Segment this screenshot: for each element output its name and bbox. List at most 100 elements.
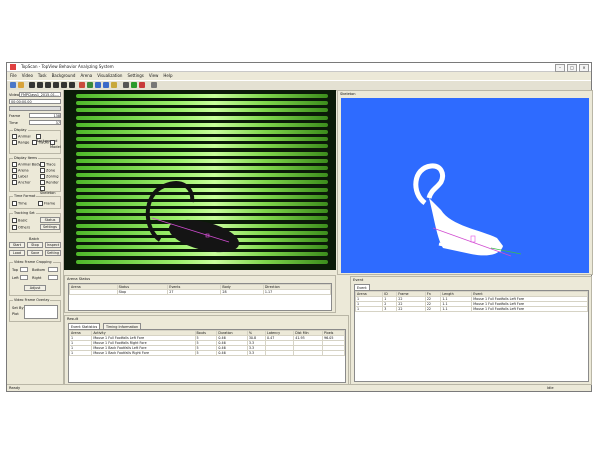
batch-save-button[interactable]: Save <box>27 250 43 256</box>
batch-start-button[interactable]: Start <box>9 242 25 248</box>
table-row[interactable]: Stop 27 28 1.17 <box>69 289 331 295</box>
stop-icon[interactable] <box>53 82 59 88</box>
display-model-option[interactable]: Model <box>50 140 61 149</box>
play-icon[interactable] <box>45 82 51 88</box>
first-frame-icon[interactable] <box>29 82 35 88</box>
menu-task[interactable]: Task <box>38 73 47 78</box>
crop-bottom-field[interactable] <box>48 267 58 272</box>
last-frame-icon[interactable] <box>69 82 75 88</box>
batch-stop-button[interactable]: Stop <box>27 242 43 248</box>
zone-icon[interactable] <box>95 82 101 88</box>
time-field[interactable]: 00:00:00.00 <box>9 99 61 104</box>
app-window: TopScan - TopView Behavior Analyzing Sys… <box>6 62 593 392</box>
grid-icon[interactable] <box>103 82 109 88</box>
table-row[interactable]: 1 3 22 22 1.1 Mouse 1 Full Footfalls Left Fo… <box>355 306 588 312</box>
overlay-group: Video Frame Overlay Set By Plot <box>9 298 61 322</box>
item-render[interactable]: Render <box>40 180 59 185</box>
crop-top-field[interactable] <box>20 267 28 272</box>
title-bar: TopScan - TopView Behavior Analyzing Sys… <box>7 63 591 72</box>
mouse-video-overlay <box>145 181 240 253</box>
menu-arena[interactable]: Arena <box>80 73 92 78</box>
item-label[interactable]: Label <box>12 174 28 179</box>
tracking-settings-button[interactable]: Settings <box>40 224 60 230</box>
arena-status-title: Arena Status <box>67 277 91 281</box>
item-zone[interactable]: Zone <box>40 168 55 173</box>
display-animal-option[interactable]: Animal <box>12 134 30 139</box>
overlay-group-label: Video Frame Overlay <box>13 298 51 302</box>
arena-icon[interactable] <box>87 82 93 88</box>
item-zoning[interactable]: Zoning <box>40 174 59 179</box>
item-trace[interactable]: Trace <box>40 162 56 167</box>
menu-video[interactable]: Video <box>22 73 33 78</box>
skeleton-silhouette <box>413 163 522 257</box>
time-label: Time <box>9 121 18 125</box>
next-frame-icon[interactable] <box>61 82 67 88</box>
control-panel: Video FMPClass1_2015-01-... 00:00:00.00 … <box>7 90 64 385</box>
help-icon[interactable] <box>151 82 157 88</box>
menu-view[interactable]: View <box>149 73 159 78</box>
tracking-others[interactable]: Others <box>12 225 30 230</box>
record-icon[interactable] <box>79 82 85 88</box>
tracking-set-group: Tracking Set Basic Status Others Setting… <box>9 211 61 233</box>
tracking-status-button[interactable]: Status <box>40 217 60 223</box>
display-items-group: Display Items Animal Body Trace Arena Zo… <box>9 156 61 195</box>
video-file-field[interactable]: FMPClass1_2015-01-... <box>19 92 61 97</box>
close-icon[interactable]: × <box>579 64 589 72</box>
display-group: Display Animal Background Range Tracking… <box>9 128 61 154</box>
open-icon[interactable] <box>10 82 16 88</box>
window-title: TopScan - TopView Behavior Analyzing Sys… <box>21 64 114 69</box>
frame-label: Frame <box>9 114 21 118</box>
time-format-frame[interactable]: Frame <box>38 201 55 206</box>
item-animal-body[interactable]: Animal Body <box>12 162 41 167</box>
batch-inspect-button[interactable]: Inspect <box>45 242 61 248</box>
menu-settings[interactable]: Settings <box>127 73 143 78</box>
tracking-basic[interactable]: Basic <box>12 218 28 223</box>
event-panel: Event Event Arena ID Frame Fn Length Eve… <box>350 276 592 385</box>
time-seconds-field[interactable]: 37 <box>29 120 61 125</box>
crop-bottom-label: Bottom <box>32 268 46 272</box>
overlay-list[interactable] <box>24 305 58 319</box>
crop-group-label: Video Frame Cropping <box>13 260 53 264</box>
batch-setting-button[interactable]: Setting <box>45 250 61 256</box>
mouse-body <box>168 219 240 253</box>
frame-slider[interactable] <box>9 106 61 111</box>
result-grid[interactable]: Arena Activity Bouts Duration % Latency … <box>68 329 346 383</box>
chart-icon[interactable] <box>111 82 117 88</box>
event-grid[interactable]: Arena ID Frame Fn Length Event 1 1 22 22 1.… <box>354 290 589 382</box>
minimize-icon[interactable]: – <box>555 64 565 72</box>
status-indicator: Idle <box>547 386 554 390</box>
display-range-option[interactable]: Range <box>12 140 29 145</box>
camera-icon[interactable] <box>131 82 137 88</box>
tracking-set-label: Tracking Set <box>13 211 36 215</box>
menu-background[interactable]: Background <box>52 73 76 78</box>
maximize-icon[interactable]: □ <box>567 64 577 72</box>
crop-left-field[interactable] <box>20 275 28 280</box>
menu-visualization[interactable]: Visualization <box>97 73 122 78</box>
menu-help[interactable]: Help <box>163 73 172 78</box>
app-icon <box>10 64 16 70</box>
item-anchor[interactable]: Anchor <box>12 180 31 185</box>
table-row[interactable]: 1 Mouse 1 Back Footfalls Right Fore 5 0.46 … <box>69 350 345 356</box>
video-label: Video <box>9 93 20 97</box>
overlay-setby-label: Set By <box>12 306 24 310</box>
event-title: Event <box>353 278 364 282</box>
overlay-plot-label: Plot <box>12 312 19 316</box>
crop-right-field[interactable] <box>48 275 58 280</box>
frame-field[interactable]: 138 <box>29 113 61 118</box>
item-arena[interactable]: Arena <box>12 168 29 173</box>
exit-icon[interactable] <box>139 82 145 88</box>
settings-icon[interactable] <box>123 82 129 88</box>
time-format-time[interactable]: Time <box>12 201 27 206</box>
crop-left-label: Left <box>12 276 19 280</box>
folder-icon[interactable] <box>18 82 24 88</box>
menu-file[interactable]: File <box>10 73 17 78</box>
display-items-group-label: Display Items <box>13 156 39 160</box>
batch-load-button[interactable]: Load <box>9 250 25 256</box>
play-back-icon[interactable] <box>37 82 43 88</box>
skeleton-view[interactable] <box>341 98 589 273</box>
arena-status-grid[interactable]: Arena Status Events Body Direction Stop … <box>68 283 332 311</box>
item-skeleton[interactable]: Skeleton <box>40 186 60 195</box>
adjust-button[interactable]: Adjust <box>24 285 46 291</box>
video-view[interactable] <box>64 90 336 270</box>
menu-bar: File Video Task Background Arena Visuali… <box>7 72 591 79</box>
